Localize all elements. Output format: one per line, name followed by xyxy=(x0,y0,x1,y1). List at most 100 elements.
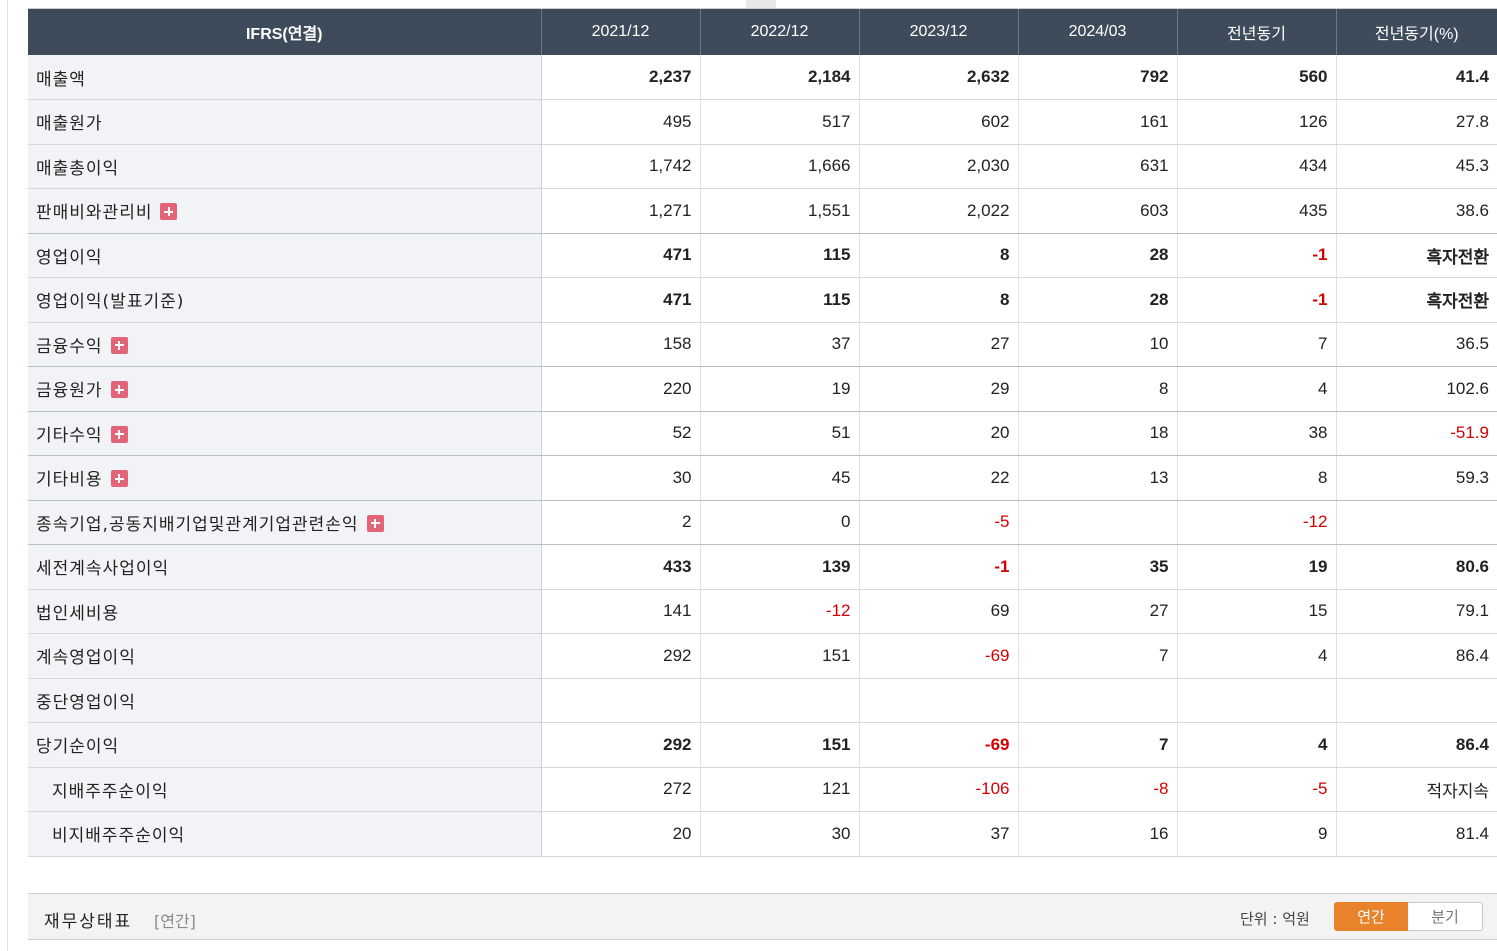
expand-plus-icon[interactable] xyxy=(110,470,128,488)
row-label: 금융수익 xyxy=(28,322,542,367)
expand-plus-icon[interactable] xyxy=(110,336,128,354)
cell-value xyxy=(1018,500,1178,545)
table-row: 금융수익 158 37 27 10 7 36.5 xyxy=(28,322,1497,367)
expand-plus-icon[interactable] xyxy=(110,425,128,443)
cell-value: 151 xyxy=(700,722,860,768)
cell-value: 602 xyxy=(859,99,1019,145)
table-row: 매출원가 495 517 602 161 126 27.8 xyxy=(28,99,1497,145)
cell-value: -51.9 xyxy=(1336,411,1497,456)
cell-value: 38.6 xyxy=(1336,188,1497,234)
cell-value: 220 xyxy=(541,366,701,412)
column-header-ifrs: IFRS(연결) xyxy=(28,9,542,55)
cell-value xyxy=(1177,678,1337,723)
cell-value xyxy=(1336,500,1497,545)
cell-value: 81.4 xyxy=(1336,811,1497,857)
cell-value: 1,666 xyxy=(700,144,860,189)
cell-value: 28 xyxy=(1018,233,1178,278)
cell-value: 471 xyxy=(541,277,701,323)
cell-value: 517 xyxy=(700,99,860,145)
cell-value: 435 xyxy=(1177,188,1337,234)
table-row: 당기순이익 292 151 -69 7 4 86.4 xyxy=(28,722,1497,768)
expand-plus-icon[interactable] xyxy=(366,514,384,532)
row-label: 계속영업이익 xyxy=(28,633,542,679)
cell-value: 37 xyxy=(700,322,860,367)
row-label-text: 판매비와관리비 xyxy=(36,203,153,224)
cell-value: 37 xyxy=(859,811,1019,857)
cell-value: 20 xyxy=(541,811,701,857)
row-label-text: 비지배주주순이익 xyxy=(52,826,186,847)
table-row: 법인세비용 141 -12 69 27 15 79.1 xyxy=(28,589,1497,634)
table-row: 지배주주순이익 272 121 -106 -8 -5 적자지속 xyxy=(28,767,1497,812)
row-label: 매출총이익 xyxy=(28,144,542,189)
cell-value: 126 xyxy=(1177,99,1337,145)
cell-value: 603 xyxy=(1018,188,1178,234)
cell-value: 139 xyxy=(700,544,860,590)
cell-value: 102.6 xyxy=(1336,366,1497,412)
cell-value: 10 xyxy=(1018,322,1178,367)
cell-value: 792 xyxy=(1018,55,1178,100)
row-label-text: 금융수익 xyxy=(36,336,103,357)
cell-value: 2,237 xyxy=(541,55,701,100)
cell-value: 141 xyxy=(541,589,701,634)
table-row: 비지배주주순이익 20 30 37 16 9 81.4 xyxy=(28,811,1497,857)
cell-value: -5 xyxy=(859,500,1019,545)
cell-value: 13 xyxy=(1018,455,1178,501)
cell-value: 7 xyxy=(1177,322,1337,367)
row-label-text: 세전계속사업이익 xyxy=(36,559,170,580)
cell-value: 41.4 xyxy=(1336,55,1497,100)
column-header-period: 2022/12 xyxy=(700,9,860,55)
cell-value xyxy=(859,678,1019,723)
cell-value: 560 xyxy=(1177,55,1337,100)
row-label: 매출원가 xyxy=(28,99,542,145)
cell-value xyxy=(1018,678,1178,723)
column-header-period: 전년동기 xyxy=(1177,9,1337,55)
table-row: 계속영업이익 292 151 -69 7 4 86.4 xyxy=(28,633,1497,679)
row-label: 판매비와관리비 xyxy=(28,188,542,234)
cell-value: 45.3 xyxy=(1336,144,1497,189)
table-row: 세전계속사업이익 433 139 -1 35 19 80.6 xyxy=(28,544,1497,590)
cell-value: 69 xyxy=(859,589,1019,634)
row-label-text: 매출원가 xyxy=(36,114,103,135)
cell-value: 151 xyxy=(700,633,860,679)
cell-value: 8 xyxy=(859,277,1019,323)
cell-value: 8 xyxy=(1177,455,1337,501)
row-label: 비지배주주순이익 xyxy=(28,811,542,857)
row-label: 지배주주순이익 xyxy=(28,767,542,812)
table-row: 기타수익 52 51 20 18 38 -51.9 xyxy=(28,411,1497,456)
cell-value: 29 xyxy=(859,366,1019,412)
row-label-text: 당기순이익 xyxy=(36,737,120,758)
cell-value: 35 xyxy=(1018,544,1178,590)
cell-value: 434 xyxy=(1177,144,1337,189)
cell-value xyxy=(541,678,701,723)
cell-value: -69 xyxy=(859,633,1019,679)
cell-value: 4 xyxy=(1177,633,1337,679)
cell-value: 8 xyxy=(1018,366,1178,412)
section-period: [연간] xyxy=(154,912,196,931)
cell-value: 1,271 xyxy=(541,188,701,234)
cell-value: -1 xyxy=(1177,233,1337,278)
annual-toggle-button[interactable]: 연간 xyxy=(1334,902,1408,931)
row-label-text: 법인세비용 xyxy=(36,603,120,624)
row-label: 금융원가 xyxy=(28,366,542,412)
expand-plus-icon[interactable] xyxy=(110,381,128,399)
cell-value xyxy=(1336,678,1497,723)
row-label: 영업이익(발표기준) xyxy=(28,277,542,323)
table-row: 금융원가 220 19 29 8 4 102.6 xyxy=(28,366,1497,412)
cell-value: 292 xyxy=(541,722,701,768)
cell-value: 7 xyxy=(1018,633,1178,679)
cell-value: 4 xyxy=(1177,722,1337,768)
row-label-text: 종속기업,공동지배기업및관계기업관련손익 xyxy=(36,514,359,535)
cell-value: 0 xyxy=(700,500,860,545)
cell-value: -1 xyxy=(859,544,1019,590)
column-header-period: 2023/12 xyxy=(859,9,1019,55)
cell-value: 79.1 xyxy=(1336,589,1497,634)
cell-value: 2,022 xyxy=(859,188,1019,234)
cell-value: 86.4 xyxy=(1336,722,1497,768)
expand-plus-icon[interactable] xyxy=(160,203,178,221)
row-label: 당기순이익 xyxy=(28,722,542,768)
cell-value: 9 xyxy=(1177,811,1337,857)
cell-value: 433 xyxy=(541,544,701,590)
quarter-toggle-button[interactable]: 분기 xyxy=(1408,902,1483,931)
cell-value: 115 xyxy=(700,277,860,323)
cell-value: 8 xyxy=(859,233,1019,278)
